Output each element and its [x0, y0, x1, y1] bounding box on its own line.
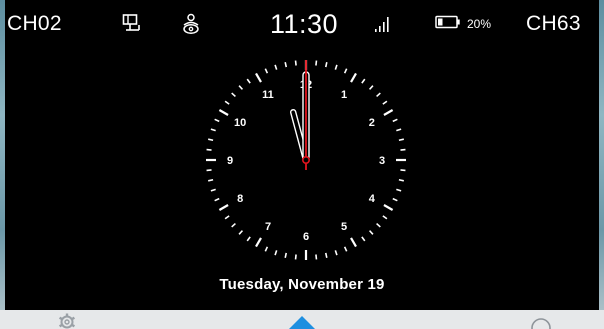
minute-tick [214, 197, 220, 202]
minute-tick [224, 215, 230, 220]
minute-tick [382, 215, 388, 220]
minute-tick [324, 252, 328, 258]
minute-tick [343, 68, 348, 74]
clock-numeral: 6 [303, 231, 309, 243]
minute-tick [334, 64, 338, 70]
minute-tick [392, 118, 398, 123]
minute-tick [224, 100, 230, 105]
bottom-nav-bar [0, 310, 604, 329]
minute-tick [361, 78, 366, 84]
clock-numeral: 8 [237, 193, 243, 205]
analog-clock: 121234567891011 [206, 60, 406, 260]
minute-tick [264, 246, 269, 252]
minute-tick [315, 254, 318, 260]
minute-tick [396, 188, 402, 192]
battery-percent: 20% [467, 17, 492, 31]
home-icon [284, 316, 320, 329]
clock-center-pin [301, 156, 310, 165]
date-label: Tuesday, November 19 [219, 276, 385, 293]
monitor-icon [122, 0, 142, 48]
minute-tick [376, 92, 381, 98]
minute-tick [334, 250, 338, 256]
minute-tick [294, 60, 297, 66]
hour-tick [255, 72, 262, 83]
minute-tick [398, 178, 404, 182]
minute-tick [264, 68, 269, 74]
minute-tick [274, 64, 278, 70]
minute-tick [274, 250, 278, 256]
minute-tick [294, 254, 297, 260]
minute-tick [214, 118, 220, 123]
clock-numeral: 9 [227, 155, 233, 167]
clock-numeral: 3 [379, 155, 385, 167]
minute-tick [210, 128, 216, 132]
minute-tick [396, 128, 402, 132]
person-icon [180, 0, 202, 48]
minute-tick [376, 222, 381, 228]
left-channel-label[interactable]: CH02 [7, 0, 62, 48]
search-icon [528, 316, 556, 329]
minute-tick [210, 188, 216, 192]
minute-tick [231, 222, 236, 228]
clock-numeral: 1 [341, 89, 347, 101]
settings-button[interactable] [55, 310, 83, 329]
analog-clock-area: 121234567891011 Tuesday, November 19 [5, 48, 599, 310]
minute-tick [246, 78, 251, 84]
minute-tick [324, 62, 328, 68]
hour-tick [383, 109, 394, 116]
minute-tick [382, 100, 388, 105]
device-screen: CH02 11:30 20% CH63 1 2 3 4 5 6 7 8 9 10… [5, 0, 599, 310]
clock-numeral: 11 [262, 89, 274, 101]
minute-tick [208, 178, 214, 182]
clock-numeral: 2 [369, 117, 375, 129]
device-frame-right [599, 0, 604, 329]
hour-tick [218, 204, 229, 211]
minute-tick [400, 169, 406, 172]
minute-tick [238, 85, 244, 90]
hour-tick [350, 237, 357, 248]
battery-icon [435, 15, 461, 34]
signal-icon [374, 0, 392, 48]
minute-tick [206, 148, 212, 151]
clock-numeral: 7 [265, 221, 271, 233]
right-channel-label[interactable]: CH63 [526, 0, 581, 48]
minute-tick [208, 138, 214, 142]
minute-tick [398, 138, 404, 142]
minute-tick [206, 169, 212, 172]
minute-tick [231, 92, 236, 98]
hour-tick [350, 72, 357, 83]
home-button[interactable] [284, 310, 320, 329]
minute-tick [343, 246, 348, 252]
minute-tick [368, 85, 374, 90]
hour-tick [255, 237, 262, 248]
minute-tick [392, 197, 398, 202]
settings-icon [55, 313, 83, 329]
clock-numeral: 5 [341, 221, 347, 233]
clock-numeral: 10 [234, 117, 246, 129]
minute-tick [368, 230, 374, 235]
minute-tick [400, 148, 406, 151]
search-button[interactable] [528, 310, 556, 329]
minute-tick [361, 236, 366, 242]
hour-tick [218, 109, 229, 116]
minute-tick [284, 62, 288, 68]
minute-tick [284, 252, 288, 258]
minute-tick [246, 236, 251, 242]
minute-tick [315, 60, 318, 66]
status-bar: CH02 11:30 20% CH63 [5, 0, 599, 48]
minute-tick [238, 230, 244, 235]
hour-tick [383, 204, 394, 211]
battery-indicator: 20% [435, 0, 491, 48]
clock-numeral: 4 [369, 193, 376, 205]
status-time: 11:30 [270, 8, 339, 39]
